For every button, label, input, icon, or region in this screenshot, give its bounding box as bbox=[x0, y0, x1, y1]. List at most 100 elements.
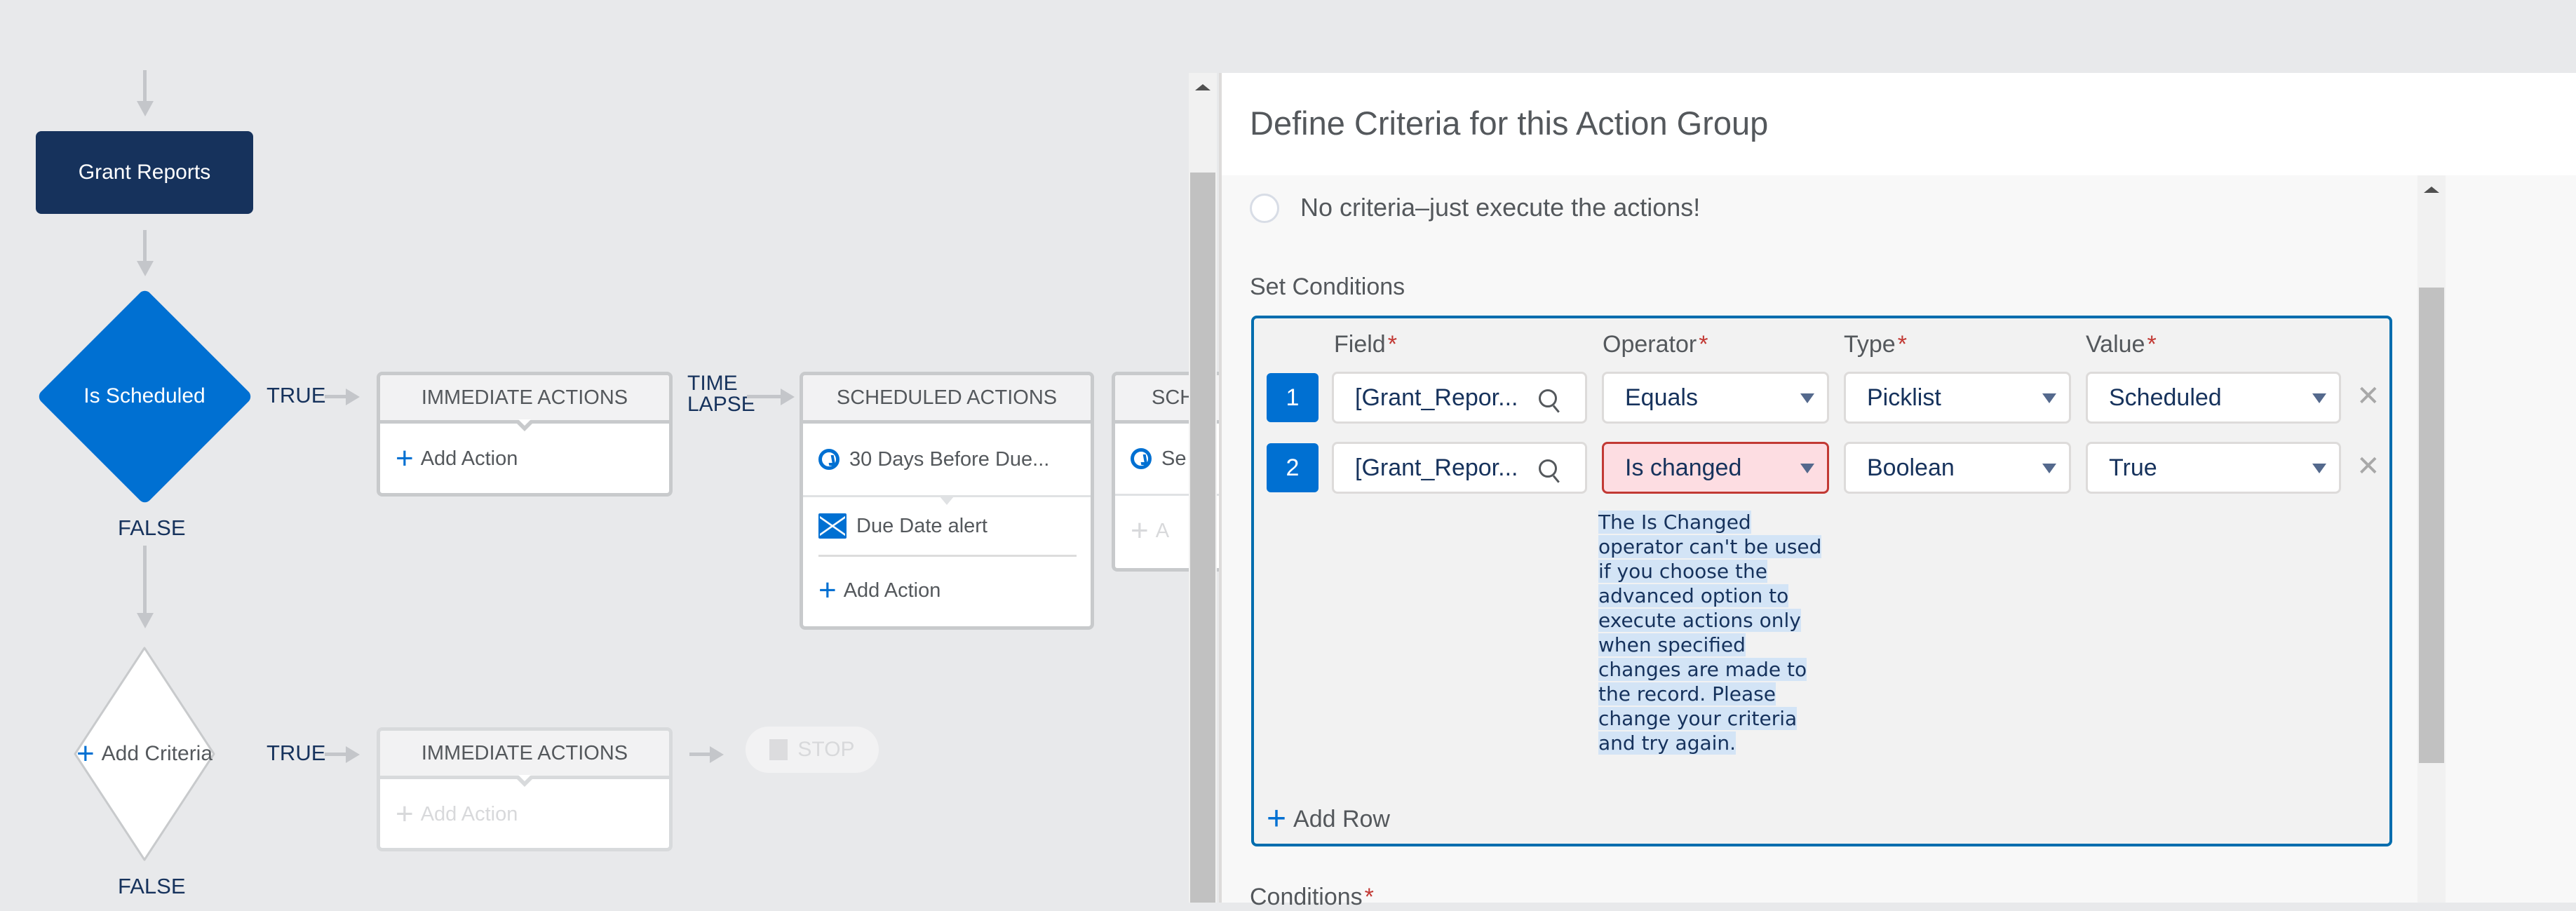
schedule-label: Se bbox=[1161, 447, 1187, 470]
scroll-up-arrow-icon[interactable] bbox=[1195, 84, 1211, 90]
operator-select-error[interactable]: Is changed bbox=[1602, 442, 1829, 494]
required-mark: * bbox=[2147, 331, 2157, 358]
chevron-down-icon bbox=[2042, 393, 2056, 403]
time-lapse-line-2: LAPSE bbox=[687, 393, 755, 416]
canvas-scrollbar[interactable] bbox=[1189, 73, 1217, 903]
no-criteria-label[interactable]: No criteria–just execute the actions! bbox=[1300, 193, 1700, 222]
plus-icon: + bbox=[396, 441, 414, 475]
type-value: Picklist bbox=[1867, 384, 1941, 411]
add-action-button: + Add Action bbox=[380, 779, 669, 848]
panel-scrollbar[interactable] bbox=[2417, 175, 2446, 903]
chevron-down-icon bbox=[2312, 393, 2326, 403]
schedule-label: 30 Days Before Due... bbox=[849, 447, 1050, 471]
operator-error-message: The Is Changed operator can't be used if… bbox=[1598, 510, 1830, 755]
object-node[interactable]: Grant Reports bbox=[36, 131, 253, 214]
operator-select[interactable]: Equals bbox=[1602, 372, 1829, 424]
field-value: [Grant_Repor... bbox=[1355, 454, 1518, 481]
type-column-label: Type* bbox=[1844, 331, 1907, 358]
connector-arrow bbox=[346, 746, 360, 763]
conditions-label-text: Conditions bbox=[1250, 884, 1363, 910]
delete-row-icon[interactable]: ✕ bbox=[2356, 380, 2380, 412]
operator-column-text: Operator bbox=[1603, 331, 1697, 358]
criteria-node-is-scheduled[interactable]: Is Scheduled bbox=[36, 288, 253, 505]
false-branch-label: FALSE bbox=[118, 874, 186, 898]
required-mark: * bbox=[1897, 331, 1907, 358]
set-conditions-label: Set Conditions bbox=[1250, 274, 1405, 300]
plus-icon: + bbox=[76, 736, 95, 771]
search-icon[interactable] bbox=[1539, 459, 1557, 478]
field-column-text: Field bbox=[1334, 331, 1386, 358]
scroll-up-arrow-icon[interactable] bbox=[2424, 187, 2439, 193]
connector-arrow bbox=[346, 389, 360, 405]
action-item-email[interactable]: Due Date alert bbox=[803, 497, 1091, 555]
scrollbar-thumb[interactable] bbox=[1190, 173, 1215, 903]
add-row-label: Add Row bbox=[1293, 805, 1390, 832]
chevron-down-icon bbox=[2312, 464, 2326, 473]
field-lookup-input[interactable]: [Grant_Repor... bbox=[1332, 372, 1587, 424]
stop-node: STOP bbox=[746, 727, 879, 773]
chevron-down-icon bbox=[1800, 393, 1814, 403]
no-criteria-radio[interactable] bbox=[1250, 194, 1279, 223]
type-select[interactable]: Picklist bbox=[1844, 372, 2071, 424]
delete-row-icon[interactable]: ✕ bbox=[2356, 450, 2380, 483]
card-header: IMMEDIATE ACTIONS bbox=[380, 375, 669, 431]
connector-arrow bbox=[137, 261, 154, 276]
scrollbar-thumb[interactable] bbox=[2419, 288, 2444, 763]
operator-value: Is changed bbox=[1625, 454, 1742, 481]
connector-arrow bbox=[137, 101, 154, 116]
true-branch-label: TRUE bbox=[267, 383, 326, 407]
type-select[interactable]: Boolean bbox=[1844, 442, 2071, 494]
add-action-button[interactable]: + Add Action bbox=[380, 424, 669, 493]
add-action-label: A bbox=[1155, 519, 1170, 542]
immediate-actions-card-disabled: IMMEDIATE ACTIONS + Add Action bbox=[377, 727, 673, 851]
card-header-label: IMMEDIATE ACTIONS bbox=[421, 386, 628, 409]
connector-line bbox=[325, 395, 346, 398]
criteria-label: Is Scheduled bbox=[83, 384, 205, 407]
required-mark: * bbox=[1387, 331, 1397, 358]
operator-column-label: Operator* bbox=[1603, 331, 1708, 358]
field-value: [Grant_Repor... bbox=[1355, 384, 1518, 411]
connector-arrow bbox=[137, 613, 154, 628]
card-header-label: SCHEDULED ACTIONS bbox=[836, 386, 1058, 409]
schedule-item[interactable]: 30 Days Before Due... bbox=[803, 424, 1091, 505]
criteria-panel-body: No criteria–just execute the actions! Se… bbox=[1219, 175, 2417, 910]
clock-icon bbox=[818, 449, 839, 470]
clock-icon bbox=[1131, 448, 1152, 469]
connector-arrow bbox=[781, 389, 795, 405]
time-lapse-label: TIME LAPSE bbox=[687, 373, 755, 415]
value-select[interactable]: True bbox=[2086, 442, 2341, 494]
search-icon[interactable] bbox=[1539, 389, 1557, 407]
connector-arrow bbox=[710, 746, 724, 763]
add-criteria-button[interactable]: + Add Criteria bbox=[76, 738, 213, 769]
plus-icon: + bbox=[396, 797, 414, 831]
error-message-text: The Is Changed operator can't be used if… bbox=[1598, 511, 1822, 755]
operator-value: Equals bbox=[1625, 384, 1698, 411]
add-action-button[interactable]: + Add Action bbox=[803, 557, 1091, 624]
add-action-label: Add Action bbox=[843, 579, 941, 602]
add-row-button[interactable]: + Add Row bbox=[1267, 802, 1390, 836]
plus-icon: + bbox=[818, 573, 837, 607]
panel-right-area bbox=[2446, 175, 2576, 903]
field-column-label: Field* bbox=[1334, 331, 1397, 358]
connector-line bbox=[143, 230, 147, 264]
immediate-actions-card: IMMEDIATE ACTIONS + Add Action bbox=[377, 372, 673, 497]
conditions-label: Conditions* bbox=[1250, 884, 1374, 911]
value-select[interactable]: Scheduled bbox=[2086, 372, 2341, 424]
connector-line bbox=[325, 753, 346, 756]
criteria-node-add-criteria[interactable]: + Add Criteria bbox=[36, 645, 253, 863]
false-branch-label: FALSE bbox=[118, 515, 186, 540]
object-node-label: Grant Reports bbox=[78, 161, 211, 184]
add-criteria-label: Add Criteria bbox=[101, 742, 213, 765]
value-value: True bbox=[2109, 454, 2157, 481]
field-lookup-input[interactable]: [Grant_Repor... bbox=[1332, 442, 1587, 494]
value-column-text: Value bbox=[2086, 331, 2145, 358]
connector-line bbox=[747, 395, 782, 398]
action-label: Due Date alert bbox=[856, 514, 987, 537]
email-alert-icon bbox=[818, 513, 847, 539]
add-action-label: Add Action bbox=[420, 802, 518, 825]
plus-icon: + bbox=[1267, 800, 1287, 837]
conditions-box: Field* Operator* Type* Value* 1 [Grant_R… bbox=[1251, 316, 2392, 846]
add-action-label: Add Action bbox=[420, 447, 518, 470]
time-lapse-line-1: TIME bbox=[687, 372, 738, 395]
connector-line bbox=[143, 546, 147, 616]
